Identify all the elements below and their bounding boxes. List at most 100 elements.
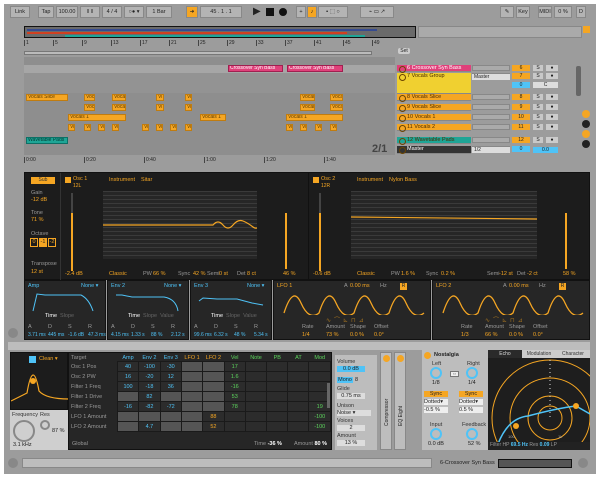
arm-button[interactable]: ● bbox=[546, 104, 558, 110]
lfo-param-value[interactable]: 0.0 % bbox=[509, 332, 523, 338]
sub-button[interactable]: Sub bbox=[31, 177, 55, 184]
matrix-cell[interactable] bbox=[180, 391, 204, 402]
clip[interactable]: Vi bbox=[142, 124, 149, 131]
env-tab[interactable]: Slope bbox=[60, 313, 74, 319]
env-tab[interactable]: Slope bbox=[143, 313, 157, 319]
wavetable-position[interactable]: 12R bbox=[321, 183, 330, 189]
right-mode-menu[interactable]: Dotted▾ bbox=[459, 399, 483, 405]
clip[interactable]: Vi bbox=[170, 124, 177, 131]
matrix-cell[interactable] bbox=[266, 381, 289, 392]
right-sync-button[interactable]: Sync bbox=[459, 391, 483, 397]
track-header[interactable]: 8 Vocals Slice bbox=[397, 94, 471, 102]
clip[interactable]: Vi bbox=[185, 94, 192, 101]
matrix-cell[interactable] bbox=[266, 411, 289, 422]
solo-button[interactable]: S bbox=[533, 114, 543, 120]
clip[interactable]: Vi bbox=[315, 124, 322, 131]
matrix-cell[interactable] bbox=[244, 361, 268, 372]
clip[interactable]: Vocals 1 bbox=[200, 114, 226, 121]
lfo-param-value[interactable]: 1/3 bbox=[461, 332, 469, 338]
env-param-value[interactable]: 445 ms bbox=[48, 332, 64, 338]
track-activator[interactable]: 7 bbox=[512, 73, 530, 79]
echo-tab[interactable]: Modulation bbox=[522, 350, 556, 358]
track-header[interactable]: Master bbox=[397, 146, 471, 154]
clip[interactable]: Vocal bbox=[84, 94, 95, 101]
env-dest-menu[interactable]: None ▾ bbox=[164, 283, 181, 289]
routing-slot[interactable] bbox=[472, 65, 510, 71]
record-icon[interactable] bbox=[279, 8, 287, 16]
echo-tab[interactable]: Echo bbox=[488, 350, 522, 358]
matrix-cell[interactable] bbox=[202, 391, 225, 402]
osc-level[interactable]: -2.4 dB bbox=[65, 271, 83, 277]
env-tab[interactable]: Time bbox=[45, 313, 57, 319]
envelope-curve[interactable] bbox=[114, 291, 184, 313]
matrix-cell[interactable] bbox=[287, 371, 310, 382]
gain-value[interactable]: -12 dB bbox=[31, 197, 47, 203]
env-param-value[interactable]: 4.15 ms bbox=[111, 332, 129, 338]
matrix-cell[interactable]: 53 bbox=[223, 391, 246, 402]
routing-slot[interactable] bbox=[472, 114, 510, 120]
envelope-curve[interactable] bbox=[197, 291, 267, 313]
loop-punch-buttons[interactable]: ▪ ⬚ ○ bbox=[318, 6, 348, 18]
matrix-cell[interactable] bbox=[159, 391, 182, 402]
track-activator[interactable]: 9 bbox=[512, 104, 530, 110]
clip[interactable]: Vocal bbox=[112, 104, 126, 111]
matrix-cell[interactable]: -16 bbox=[223, 381, 246, 392]
left-sync-button[interactable]: Sync bbox=[424, 391, 448, 397]
env-param-value[interactable]: 2.12 s bbox=[171, 332, 185, 338]
env-param-value[interactable]: 47.3 ms bbox=[88, 332, 106, 338]
matrix-cell[interactable] bbox=[287, 361, 310, 372]
input-knob[interactable] bbox=[430, 428, 442, 440]
clip[interactable]: Vi bbox=[98, 124, 105, 131]
clip[interactable]: Vocal bbox=[330, 94, 343, 101]
follow-button[interactable]: ➜ bbox=[186, 6, 198, 18]
group-volume[interactable]: 0 bbox=[512, 82, 530, 88]
matrix-cell[interactable] bbox=[287, 401, 310, 412]
overview-toggle[interactable] bbox=[583, 26, 590, 33]
osc-mode-menu[interactable]: Classic bbox=[109, 271, 127, 277]
semi-value[interactable]: -12 st bbox=[499, 271, 513, 277]
matrix-cell[interactable]: 78 bbox=[223, 401, 246, 412]
matrix-cell[interactable] bbox=[287, 421, 310, 432]
matrix-cell[interactable]: -100 bbox=[308, 411, 331, 422]
clip[interactable]: Vocal bbox=[84, 104, 95, 111]
track-header[interactable]: 11 Vocals 2 bbox=[397, 124, 471, 132]
matrix-cell[interactable]: -100 bbox=[308, 421, 331, 432]
octave-button[interactable]: 0 bbox=[30, 238, 38, 247]
track-activator[interactable]: 8 bbox=[512, 94, 530, 100]
device-toggle-icon[interactable] bbox=[8, 328, 18, 338]
matrix-cell[interactable] bbox=[266, 361, 289, 372]
midi-map-button[interactable]: MIDI bbox=[538, 6, 552, 18]
det-value[interactable]: -2 ct bbox=[527, 271, 538, 277]
matrix-cell[interactable] bbox=[116, 391, 140, 402]
lfo-param-value[interactable]: 0.0° bbox=[533, 332, 543, 338]
clip[interactable]: Vocal bbox=[300, 104, 315, 111]
quantize-menu[interactable]: 1 Bar bbox=[146, 6, 172, 18]
envelope-curve[interactable] bbox=[31, 291, 101, 313]
matrix-cell[interactable] bbox=[266, 401, 289, 412]
matrix-cell[interactable] bbox=[138, 411, 161, 422]
time-signature[interactable]: 4 / 4 bbox=[102, 6, 122, 18]
lfo-param-value[interactable]: 0.0 % bbox=[350, 332, 364, 338]
lfo-param-value[interactable]: 1/4 bbox=[302, 332, 310, 338]
lfo-shape-icons[interactable]: ∿⌒⊾⊓⊿ bbox=[326, 315, 367, 324]
matrix-cell[interactable] bbox=[244, 381, 268, 392]
device-on-icon[interactable] bbox=[383, 355, 390, 362]
routing-slot[interactable] bbox=[472, 104, 510, 110]
wavetable-display[interactable] bbox=[350, 191, 538, 259]
matrix-cell[interactable] bbox=[266, 421, 289, 432]
preset-name[interactable]: Nostalgia bbox=[434, 352, 459, 358]
output-routing-menu[interactable]: Master bbox=[472, 74, 510, 80]
solo-button[interactable]: S bbox=[533, 104, 543, 110]
matrix-cell[interactable]: 16 bbox=[116, 371, 140, 382]
octave-button[interactable]: -1 bbox=[39, 238, 47, 247]
orange-toggle-icon[interactable] bbox=[582, 130, 590, 138]
env-param-value[interactable]: 48 % bbox=[234, 332, 245, 338]
solo-button[interactable]: S bbox=[533, 137, 543, 143]
matrix-cell[interactable]: 36 bbox=[159, 381, 182, 392]
filter-type-menu[interactable]: Clean ▾ bbox=[39, 356, 58, 362]
matrix-cell[interactable] bbox=[202, 371, 225, 382]
clip[interactable]: Vi bbox=[84, 124, 91, 131]
status-right-icon[interactable] bbox=[578, 458, 588, 468]
osc-level[interactable]: -0.6 dB bbox=[313, 271, 331, 277]
clip[interactable]: Vi bbox=[156, 104, 164, 111]
